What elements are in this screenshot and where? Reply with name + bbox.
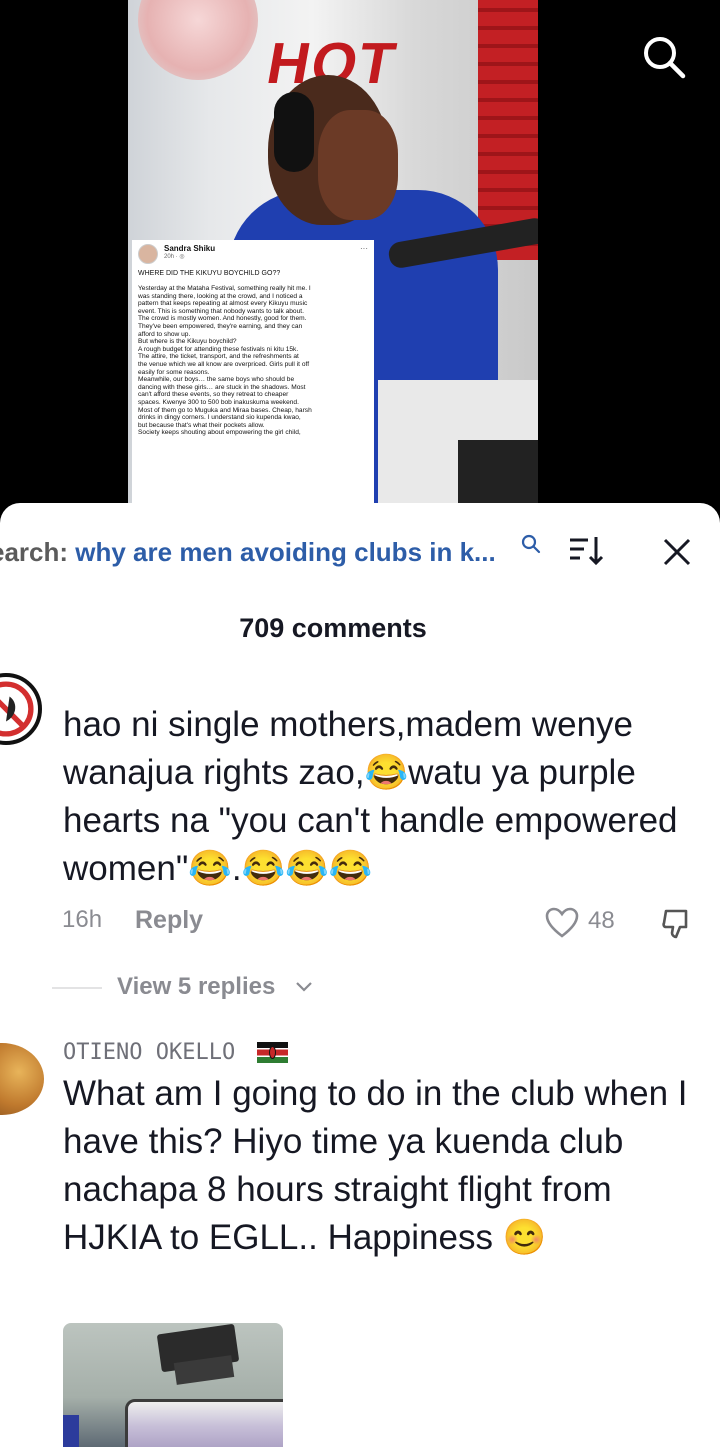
search-icon[interactable] [640, 33, 688, 81]
search-small-icon[interactable] [520, 533, 542, 555]
keyboard [458, 440, 538, 510]
no-symbol-icon [0, 681, 34, 737]
post-avatar [138, 244, 158, 264]
comment-username[interactable]: OTIENO OKELLO [63, 1040, 235, 1065]
reply-button[interactable]: Reply [135, 906, 203, 935]
cockpit-side [63, 1415, 79, 1447]
close-icon[interactable] [660, 535, 694, 569]
divider [52, 987, 102, 989]
dislike-icon[interactable] [660, 907, 694, 941]
heart-icon[interactable] [545, 907, 579, 939]
presenter-face [318, 110, 398, 220]
kenya-flag-icon [257, 1042, 288, 1063]
search-query-link[interactable]: why are men avoiding clubs in k... [75, 537, 495, 567]
video-frame: HOT Sandra Shiku 20h · ◎ ··· WHERE DID T… [128, 0, 538, 510]
facebook-post-overlay: Sandra Shiku 20h · ◎ ··· WHERE DID THE K… [132, 240, 374, 510]
comment-text: hao ni single mothers,madem wenye wanaju… [63, 705, 678, 888]
search-suggestion[interactable]: earch: why are men avoiding clubs in k..… [0, 533, 720, 573]
post-menu-icon: ··· [360, 244, 368, 253]
globe-icon: ◎ [179, 254, 185, 260]
avatar[interactable] [0, 673, 42, 745]
post-time: 20h · ◎ [164, 254, 185, 260]
avatar[interactable] [0, 1043, 44, 1115]
post-author: Sandra Shiku [164, 244, 216, 253]
search-prefix: earch: [0, 537, 69, 567]
like-count: 48 [588, 907, 615, 934]
comments-count: 709 comments [239, 613, 427, 643]
radio-logo [138, 0, 258, 80]
comment-attached-image[interactable] [63, 1323, 283, 1447]
view-replies-button[interactable]: View 5 replies [117, 973, 275, 1001]
chevron-down-icon[interactable] [295, 980, 313, 994]
comments-sheet: earch: why are men avoiding clubs in k..… [0, 503, 720, 1447]
sort-icon[interactable] [568, 535, 604, 567]
headphones [274, 92, 314, 172]
post-title: WHERE DID THE KIKUYU BOYCHILD GO?? [138, 270, 281, 277]
comment-time: 16h [62, 906, 103, 933]
post-body: Yesterday at the Mataha Festival, someth… [138, 285, 312, 437]
video-player[interactable]: HOT Sandra Shiku 20h · ◎ ··· WHERE DID T… [0, 0, 720, 510]
comment-text: What am I going to do in the club when I… [63, 1074, 688, 1257]
cockpit-window [125, 1399, 283, 1447]
